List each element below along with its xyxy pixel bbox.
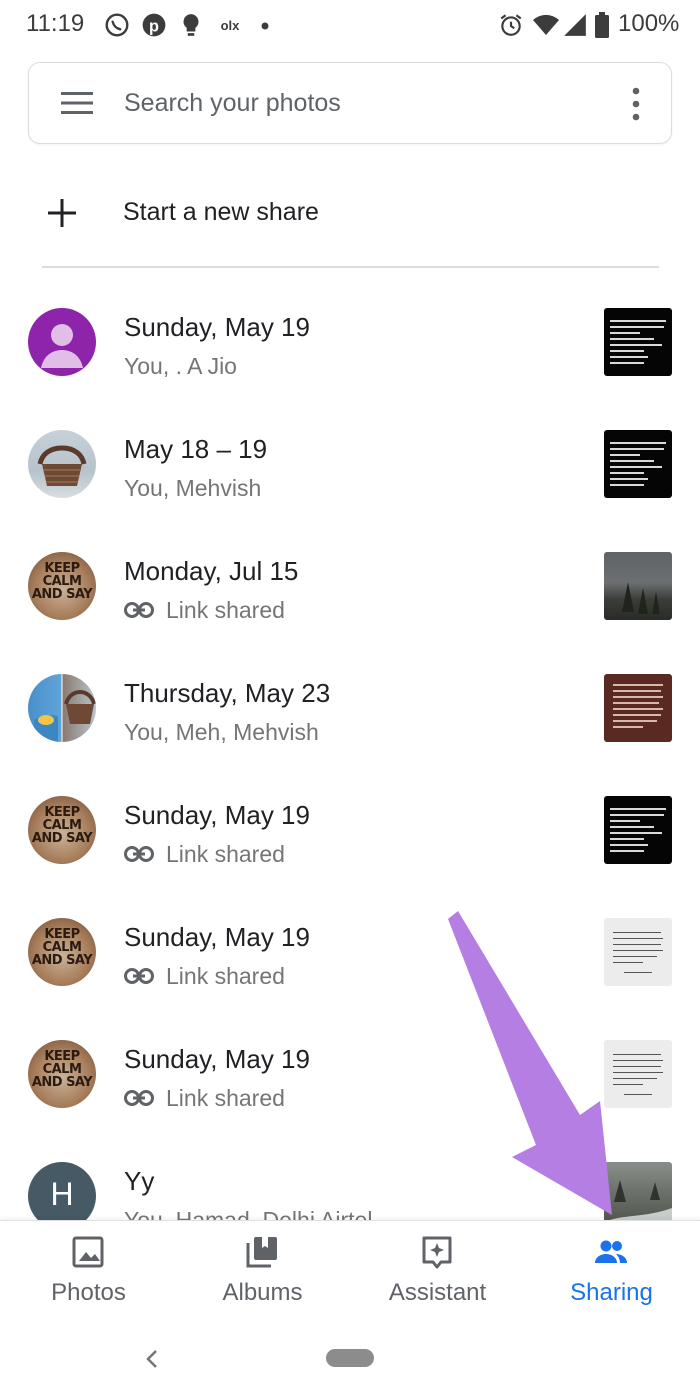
nav-albums[interactable]: Albums — [175, 1221, 350, 1321]
back-chevron-icon[interactable] — [143, 1348, 161, 1370]
share-thumbnail — [604, 796, 672, 864]
start-new-share-label: Start a new share — [123, 198, 319, 226]
avatar — [28, 308, 96, 376]
plus-icon — [48, 199, 76, 227]
split-photo-icon — [34, 689, 96, 742]
share-list-item[interactable]: KEEP CALM AND SAY Sunday, May 19 Link sh… — [0, 776, 700, 898]
keep-calm-avatar-text: KEEP CALM AND SAY — [31, 927, 93, 968]
share-subtitle: You, Meh, Mehvish — [124, 719, 319, 745]
avatar: KEEP CALM AND SAY — [28, 1040, 96, 1108]
wifi-icon — [533, 14, 559, 35]
divider — [42, 266, 659, 268]
alarm-icon — [500, 14, 522, 36]
battery-percent: 100% — [618, 10, 680, 37]
nav-sharing-label: Sharing — [570, 1279, 653, 1306]
link-shared-label: Link shared — [166, 597, 285, 623]
people-icon — [595, 1240, 627, 1263]
share-title: Yy — [124, 1166, 155, 1196]
share-list-item[interactable]: Sunday, May 19 You, . A Jio — [0, 288, 700, 410]
battery-icon — [595, 12, 609, 38]
share-thumbnail — [604, 430, 672, 498]
signal-icon — [564, 14, 586, 36]
share-title: Sunday, May 19 — [124, 312, 310, 342]
avatar-letter: H — [50, 1176, 74, 1212]
whatsapp-icon — [105, 13, 129, 37]
share-title: Thursday, May 23 — [124, 678, 331, 708]
share-list-item[interactable]: KEEP CALM AND SAY Sunday, May 19 Link sh… — [0, 898, 700, 1020]
share-list-item[interactable]: KEEP CALM AND SAY Monday, Jul 15 Link sh… — [0, 532, 700, 654]
more-options-icon[interactable] — [631, 87, 641, 121]
nav-sharing[interactable]: Sharing — [524, 1221, 699, 1321]
svg-text:p: p — [149, 18, 159, 36]
avatar — [28, 674, 96, 742]
nav-albums-label: Albums — [222, 1279, 303, 1306]
search-bar[interactable]: Search your photos — [28, 62, 672, 144]
share-thumbnail — [604, 1162, 672, 1220]
share-title: Monday, Jul 15 — [124, 556, 299, 586]
nav-assistant-label: Assistant — [388, 1279, 487, 1306]
olx-icon: olx — [221, 18, 241, 33]
home-pill[interactable] — [326, 1349, 374, 1367]
link-shared-label: Link shared — [166, 1085, 285, 1111]
link-shared-label: Link shared — [166, 841, 285, 867]
bottom-navigation: Photos Albums Assistant Sharing — [0, 1220, 700, 1320]
share-title: Sunday, May 19 — [124, 800, 310, 830]
share-list-item[interactable]: May 18 – 19 You, Mehvish — [0, 410, 700, 532]
search-input[interactable]: Search your photos — [124, 89, 341, 118]
basket-photo-icon — [37, 445, 87, 486]
keep-calm-avatar-text: KEEP CALM AND SAY — [31, 561, 93, 602]
share-list-item[interactable]: Thursday, May 23 You, Meh, Mehvish — [0, 654, 700, 776]
share-subtitle: Link shared — [124, 597, 285, 624]
share-title: May 18 – 19 — [124, 434, 268, 464]
link-shared-label: Link shared — [166, 963, 285, 989]
photo-icon — [72, 1236, 104, 1268]
keep-calm-avatar-text: KEEP CALM AND SAY — [31, 1049, 93, 1090]
svg-text:olx: olx — [221, 18, 241, 33]
avatar: KEEP CALM AND SAY — [28, 918, 96, 986]
share-list-item[interactable]: H Yy You, Hamad, Delhi Airtel — [0, 1142, 700, 1220]
share-subtitle: Link shared — [124, 841, 285, 868]
nav-assistant[interactable]: Assistant — [350, 1221, 525, 1321]
share-thumbnail — [604, 1040, 672, 1108]
person-placeholder-icon — [41, 324, 83, 368]
share-subtitle: Link shared — [124, 963, 285, 990]
share-subtitle: You, . A Jio — [124, 353, 237, 379]
share-title: Sunday, May 19 — [124, 1044, 310, 1074]
keep-calm-avatar-text: KEEP CALM AND SAY — [31, 805, 93, 846]
avatar — [28, 430, 96, 498]
share-list-item[interactable]: KEEP CALM AND SAY Sunday, May 19 Link sh… — [0, 1020, 700, 1142]
pinterest-icon: p — [142, 13, 166, 37]
avatar: KEEP CALM AND SAY — [28, 552, 96, 620]
lightbulb-icon — [183, 14, 199, 36]
avatar: H — [28, 1162, 96, 1220]
share-thumbnail — [604, 674, 672, 742]
nav-photos[interactable]: Photos — [1, 1221, 176, 1321]
share-list: Sunday, May 19 You, . A Jio May 18 – 19 … — [0, 288, 700, 1220]
share-subtitle: You, Hamad, Delhi Airtel — [124, 1207, 373, 1220]
link-icon — [124, 845, 154, 862]
link-icon — [124, 601, 154, 618]
assistant-icon — [422, 1236, 452, 1269]
dot-icon — [261, 22, 269, 30]
share-thumbnail — [604, 308, 672, 376]
system-navigation-bar — [0, 1320, 700, 1399]
nav-photos-label: Photos — [51, 1279, 126, 1306]
share-subtitle: Link shared — [124, 1085, 285, 1112]
share-thumbnail — [604, 552, 672, 620]
share-title: Sunday, May 19 — [124, 922, 310, 952]
hamburger-menu-icon[interactable] — [61, 91, 93, 115]
albums-icon — [246, 1237, 277, 1268]
share-subtitle: You, Mehvish — [124, 475, 262, 501]
avatar: KEEP CALM AND SAY — [28, 796, 96, 864]
start-new-share-button[interactable]: Start a new share — [0, 170, 700, 256]
status-time: 11:19 — [26, 10, 85, 37]
share-thumbnail — [604, 918, 672, 986]
status-bar: 11:19 p olx 100% — [0, 0, 700, 52]
link-icon — [124, 967, 154, 984]
link-icon — [124, 1089, 154, 1106]
